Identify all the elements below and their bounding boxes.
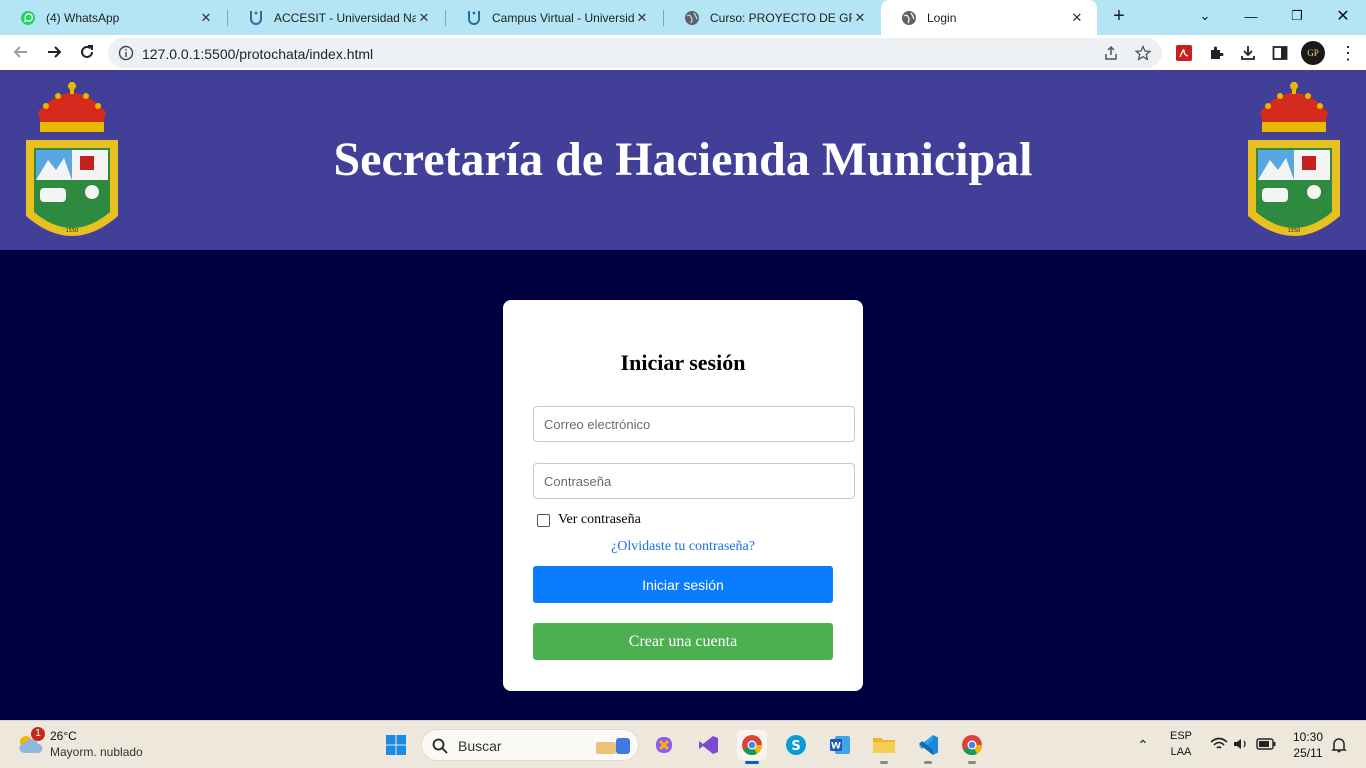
login-title: Iniciar sesión bbox=[620, 350, 746, 375]
svg-text:1550: 1550 bbox=[66, 228, 79, 234]
skype-icon[interactable]: S bbox=[781, 730, 811, 760]
globe-icon bbox=[684, 10, 700, 26]
whatsapp-icon bbox=[20, 10, 36, 26]
show-password-row: Ver contraseña bbox=[537, 512, 641, 528]
tab-title: Curso: PROYECTO DE GRADO bbox=[710, 10, 852, 25]
browser-tab-strip: (4) WhatsApp ✕ ACCESIT - Universidad Nac… bbox=[0, 0, 1366, 35]
tab-login[interactable]: Login ✕ bbox=[881, 0, 1097, 35]
chrome-profile-icon[interactable] bbox=[957, 730, 987, 764]
search-icon bbox=[432, 738, 448, 754]
browser-toolbar: 127.0.0.1:5500/protochata/index.html GP … bbox=[0, 35, 1366, 70]
close-icon[interactable]: ✕ bbox=[416, 10, 432, 26]
reload-icon bbox=[81, 45, 93, 58]
side-panel-icon[interactable] bbox=[1270, 43, 1290, 63]
file-explorer-icon[interactable] bbox=[869, 730, 899, 764]
taskbar: 1 26°C Mayorm. nublado Buscar S W ⌃ ESP … bbox=[0, 720, 1366, 768]
weather-widget[interactable]: 1 26°C Mayorm. nublado bbox=[14, 727, 174, 763]
tab-accesit[interactable]: ACCESIT - Universidad Nacional ✕ bbox=[228, 0, 444, 35]
coat-of-arms-logo: 1550 bbox=[1248, 82, 1340, 236]
tab-search-chevron-icon[interactable]: ⌄ bbox=[1182, 0, 1228, 32]
svg-text:S: S bbox=[791, 739, 800, 754]
visual-studio-icon[interactable] bbox=[693, 730, 723, 760]
arrow-left-icon bbox=[13, 46, 27, 58]
maximize-button[interactable]: ❐ bbox=[1274, 0, 1320, 32]
windows-icon bbox=[386, 735, 406, 755]
vscode-icon[interactable] bbox=[913, 730, 943, 764]
running-indicator bbox=[880, 761, 888, 764]
running-indicator bbox=[924, 761, 932, 764]
svg-text:W: W bbox=[831, 742, 841, 752]
notifications-icon[interactable] bbox=[1331, 737, 1347, 753]
start-button[interactable] bbox=[381, 730, 411, 760]
url-text: 127.0.0.1:5500/protochata/index.html bbox=[142, 46, 374, 62]
tab-title: (4) WhatsApp bbox=[46, 10, 120, 25]
battery-icon[interactable] bbox=[1256, 738, 1276, 750]
show-password-checkbox[interactable] bbox=[537, 513, 550, 527]
university-icon bbox=[248, 10, 264, 26]
search-label: Buscar bbox=[458, 738, 502, 754]
pdf-extension-icon[interactable] bbox=[1174, 43, 1194, 63]
extensions-icon[interactable] bbox=[1206, 43, 1226, 63]
tab-whatsapp[interactable]: (4) WhatsApp ✕ bbox=[0, 0, 226, 35]
clock-date[interactable]: 25/11 bbox=[1286, 746, 1330, 760]
reload-button[interactable] bbox=[75, 40, 99, 64]
tab-title: Campus Virtual - Universidad bbox=[492, 10, 634, 25]
password-field[interactable] bbox=[533, 463, 855, 499]
back-button[interactable] bbox=[9, 40, 33, 64]
word-icon[interactable]: W bbox=[825, 730, 855, 760]
clock-time[interactable]: 10:30 bbox=[1286, 730, 1330, 744]
close-window-button[interactable]: ✕ bbox=[1320, 0, 1366, 32]
info-icon[interactable] bbox=[118, 45, 134, 61]
university-icon bbox=[466, 10, 482, 26]
notification-badge: 1 bbox=[31, 727, 45, 741]
running-indicator bbox=[968, 761, 976, 764]
star-icon[interactable] bbox=[1134, 44, 1152, 62]
globe-icon bbox=[901, 10, 917, 26]
create-account-button[interactable]: Crear una cuenta bbox=[533, 623, 833, 660]
email-field[interactable] bbox=[533, 406, 855, 442]
page-title: Secretaría de Hacienda Municipal bbox=[333, 133, 1033, 186]
active-indicator bbox=[745, 761, 759, 764]
page-content: 1550 Secretaría de Hacienda Municipal 15… bbox=[0, 70, 1366, 720]
arrow-right-icon bbox=[48, 46, 62, 58]
tab-title: ACCESIT - Universidad Nacional bbox=[274, 10, 416, 25]
wifi-icon[interactable] bbox=[1210, 737, 1228, 751]
search-highlight-icon bbox=[596, 738, 630, 754]
close-icon[interactable]: ✕ bbox=[634, 10, 650, 26]
close-icon[interactable]: ✕ bbox=[198, 10, 214, 26]
taskbar-search[interactable]: Buscar bbox=[421, 729, 639, 761]
copilot-icon[interactable] bbox=[649, 730, 679, 760]
svg-text:1550: 1550 bbox=[1288, 228, 1301, 234]
weather-temperature: 26°C bbox=[50, 729, 77, 743]
language-indicator[interactable]: ESP bbox=[1166, 730, 1196, 742]
login-button[interactable]: Iniciar sesión bbox=[533, 566, 833, 603]
login-card: Iniciar sesión Ver contraseña ¿Olvidaste… bbox=[503, 300, 863, 691]
address-bar[interactable]: 127.0.0.1:5500/protochata/index.html bbox=[108, 38, 1162, 68]
close-icon[interactable]: ✕ bbox=[1069, 10, 1085, 26]
menu-icon[interactable]: ⋮ bbox=[1338, 43, 1358, 63]
chevron-up-icon[interactable]: ⌃ bbox=[1128, 730, 1158, 760]
header-banner: 1550 Secretaría de Hacienda Municipal 15… bbox=[0, 70, 1366, 250]
weather-description: Mayorm. nublado bbox=[50, 745, 143, 759]
profile-avatar[interactable]: GP bbox=[1301, 41, 1325, 65]
tab-title: Login bbox=[927, 10, 957, 25]
minimize-button[interactable]: — bbox=[1228, 0, 1274, 32]
close-icon[interactable]: ✕ bbox=[852, 10, 868, 26]
download-icon[interactable] bbox=[1238, 43, 1258, 63]
volume-icon[interactable] bbox=[1233, 737, 1249, 751]
keyboard-layout[interactable]: LAA bbox=[1166, 746, 1196, 758]
forward-button[interactable] bbox=[42, 40, 66, 64]
tab-curso[interactable]: Curso: PROYECTO DE GRADO ✕ bbox=[664, 0, 880, 35]
new-tab-button[interactable]: + bbox=[1108, 6, 1130, 28]
show-password-label: Ver contraseña bbox=[558, 512, 641, 527]
chrome-icon[interactable] bbox=[737, 730, 767, 764]
tab-campus-virtual[interactable]: Campus Virtual - Universidad ✕ bbox=[446, 0, 662, 35]
forgot-password-link[interactable]: ¿Olvidaste tu contraseña? bbox=[503, 539, 863, 555]
share-icon[interactable] bbox=[1102, 44, 1120, 62]
